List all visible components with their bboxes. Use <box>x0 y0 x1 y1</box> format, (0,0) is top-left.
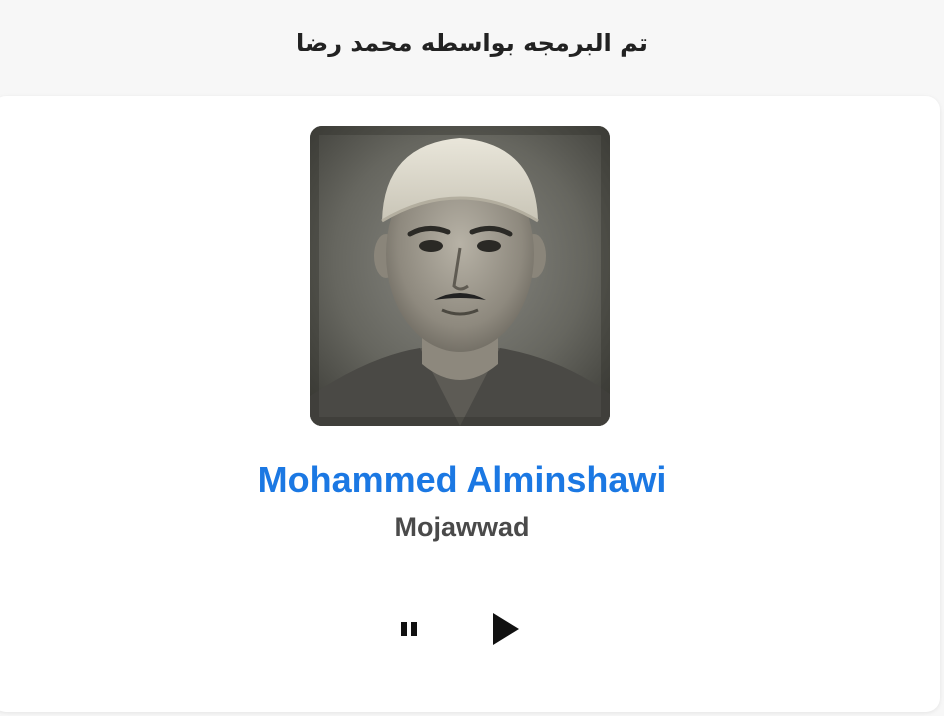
top-bar: تم البرمجه بواسطه محمد رضا <box>0 0 944 86</box>
pause-icon <box>401 622 417 636</box>
playback-controls <box>386 606 546 652</box>
play-icon <box>493 613 519 645</box>
player-card: Mohammed Alminshawi Mojawwad <box>0 96 940 712</box>
reciter-photo <box>310 126 610 426</box>
credit-text: تم البرمجه بواسطه محمد رضا <box>296 29 648 57</box>
pause-button[interactable] <box>386 606 432 652</box>
play-button[interactable] <box>482 606 528 652</box>
recitation-style: Mojawwad <box>394 512 530 542</box>
reciter-name: Mohammed Alminshawi <box>257 459 667 500</box>
